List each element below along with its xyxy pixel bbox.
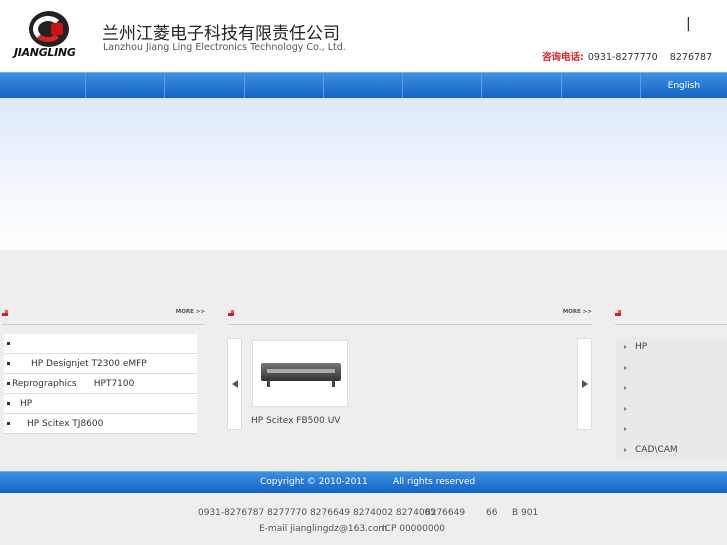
copyright-text: Copyright © 2010-2011 <box>260 477 368 487</box>
footer-info: 0931-8276787 8277770 8276649 8274002 827… <box>0 493 727 545</box>
list-item[interactable]: HP Scitex TJ8600 <box>4 414 197 434</box>
printer-image <box>261 361 341 387</box>
category-item[interactable] <box>616 399 727 420</box>
nav-item-5[interactable] <box>324 73 404 99</box>
arrow-right-icon <box>624 406 627 411</box>
rights-text: All rights reserved <box>393 477 476 487</box>
nav-item-8[interactable] <box>562 73 641 99</box>
category-item[interactable]: HP <box>616 337 727 358</box>
scroll-left-button[interactable] <box>227 338 242 430</box>
nav-item-english[interactable]: English <box>641 73 727 99</box>
bullet-icon <box>7 342 10 345</box>
main-nav: English <box>0 72 727 99</box>
list-item[interactable]: Reprographics HPT7100 <box>4 374 197 394</box>
footer-phones: 0931-8276787 8277770 8276649 8274002 827… <box>198 508 437 518</box>
list-item-label: HP Designjet T2300 eMFP <box>31 358 147 369</box>
nav-item-7[interactable] <box>482 73 562 99</box>
category-item[interactable] <box>616 378 727 399</box>
news-more-link[interactable]: MORE >> <box>176 309 205 315</box>
nav-item-6[interactable] <box>403 73 483 99</box>
arrow-right-icon <box>624 447 627 452</box>
footer-icp[interactable]: ICP 00000000 <box>382 524 445 534</box>
list-item-label: HP Scitex TJ8600 <box>27 418 104 429</box>
company-logo[interactable]: JIANGLING <box>14 8 86 60</box>
logo-mark-icon <box>29 11 69 47</box>
category-label: HP <box>635 342 648 353</box>
hotline: 咨询电话: 0931-8277770 8276787 <box>542 49 712 63</box>
banner <box>0 98 727 250</box>
category-item[interactable] <box>616 358 727 379</box>
section-bullet-icon <box>615 310 622 317</box>
bullet-icon <box>7 382 10 385</box>
arrow-right-icon <box>624 365 627 370</box>
list-item[interactable]: HP <box>4 394 197 414</box>
company-name-en: Lanzhou Jiang Ling Electronics Technolog… <box>103 42 346 53</box>
products-header: MORE >> <box>228 305 592 325</box>
footer-email[interactable]: E-mail jianglingdz@163.com <box>259 524 387 534</box>
section-bullet-icon <box>2 310 9 317</box>
footer-room-a: 66 <box>486 508 498 518</box>
language-divider: | <box>686 16 691 32</box>
bullet-icon <box>7 422 10 425</box>
arrow-right-icon <box>581 380 588 388</box>
nav-item-4[interactable] <box>245 73 324 99</box>
product-caption[interactable]: HP Scitex FB500 UV <box>251 416 340 426</box>
list-item[interactable] <box>4 334 197 354</box>
category-list: HP CAD\CAM <box>616 337 727 460</box>
footer-bar: Copyright © 2010-2011 All rights reserve… <box>0 471 727 493</box>
category-label: CAD\CAM <box>635 444 678 455</box>
categories-header <box>615 305 727 325</box>
hotline-label: 咨询电话: <box>542 52 584 63</box>
nav-item-3[interactable] <box>165 73 245 99</box>
header: JIANGLING 兰州江菱电子科技有限责任公司 Lanzhou Jiang L… <box>0 0 727 72</box>
section-bullet-icon <box>228 310 235 317</box>
company-name-cn: 兰州江菱电子科技有限责任公司 <box>102 24 340 44</box>
arrow-right-icon <box>624 427 627 432</box>
bullet-icon <box>7 362 10 365</box>
bullet-icon <box>7 402 10 405</box>
scroll-right-button[interactable] <box>577 338 592 430</box>
arrow-right-icon <box>624 345 627 350</box>
footer-room-b: B 901 <box>512 508 539 518</box>
arrow-left-icon <box>231 380 238 388</box>
news-list: HP Designjet T2300 eMFP Reprographics HP… <box>4 334 197 434</box>
logo-text: JIANGLING <box>14 46 76 59</box>
news-header: MORE >> <box>2 305 205 325</box>
list-item-label: Reprographics HPT7100 <box>12 378 135 389</box>
list-item-label: HP <box>20 398 33 409</box>
product-image[interactable] <box>252 340 348 407</box>
nav-item-2[interactable] <box>86 73 166 99</box>
footer-fax: 8276649 <box>425 508 466 518</box>
category-item[interactable]: CAD\CAM <box>616 440 727 461</box>
hotline-numbers: 0931-8277770 8276787 <box>587 52 713 63</box>
arrow-right-icon <box>624 386 627 391</box>
products-more-link[interactable]: MORE >> <box>563 309 592 315</box>
category-item[interactable] <box>616 419 727 440</box>
list-item[interactable]: HP Designjet T2300 eMFP <box>4 354 197 374</box>
nav-item-1[interactable] <box>0 73 87 99</box>
